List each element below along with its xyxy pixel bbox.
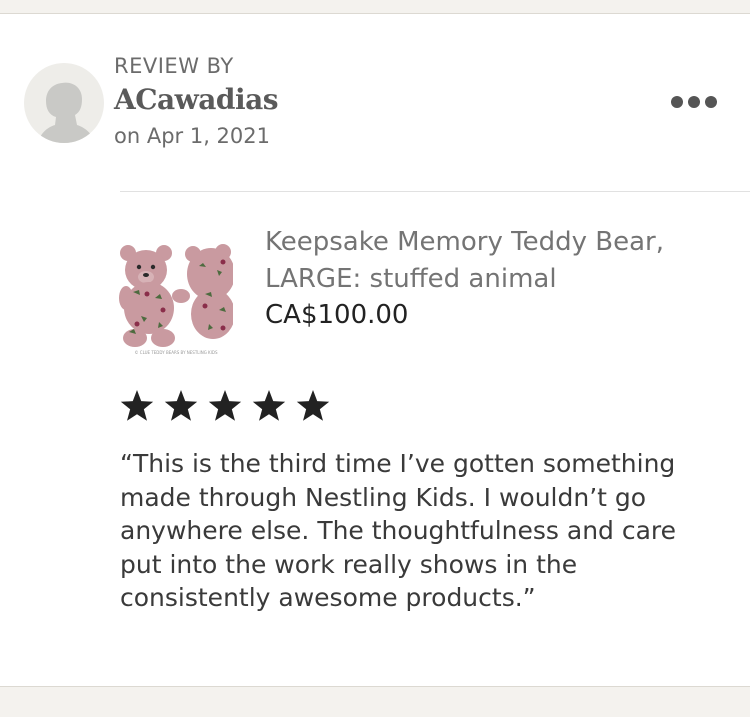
- review-card: REVIEW BY ACawadias on Apr 1, 2021 © CLU…: [0, 13, 750, 687]
- reviewer-name[interactable]: ACawadias: [114, 83, 279, 116]
- review-date: on Apr 1, 2021: [114, 124, 270, 148]
- default-avatar-icon: [38, 82, 96, 143]
- section-divider: [120, 191, 750, 192]
- star-icon: [164, 390, 198, 421]
- product-title-link[interactable]: Keepsake Memory Teddy Bear, LARGE: stuff…: [265, 224, 705, 298]
- teddy-bear-image: © CLUE TEDDY BEARS BY NESTLING KIDS: [119, 232, 235, 358]
- star-rating: [119, 386, 339, 426]
- more-options-button[interactable]: [664, 88, 728, 116]
- star-rating-icons: [120, 390, 330, 421]
- star-icon: [252, 390, 286, 421]
- more-dots-icon: [671, 96, 717, 108]
- star-icon: [120, 390, 154, 421]
- star-icon: [296, 390, 330, 421]
- review-by-label: REVIEW BY: [114, 54, 234, 78]
- reviewer-avatar[interactable]: [24, 63, 104, 143]
- star-icon: [208, 390, 242, 421]
- product-price: CA$100.00: [265, 300, 409, 330]
- product-thumbnail[interactable]: © CLUE TEDDY BEARS BY NESTLING KIDS: [119, 232, 235, 358]
- product-image-caption: © CLUE TEDDY BEARS BY NESTLING KIDS: [135, 350, 218, 355]
- review-text: “This is the third time I’ve gotten some…: [120, 449, 677, 612]
